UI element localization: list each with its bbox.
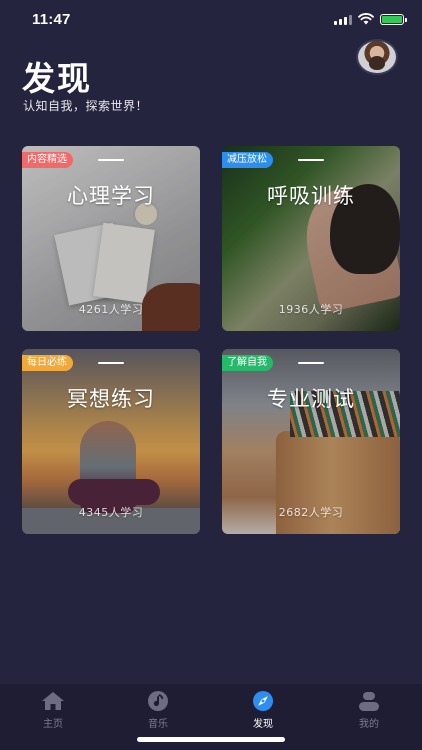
- card-badge: 每日必练: [22, 355, 73, 371]
- card-badge: 了解自我: [222, 355, 273, 371]
- tab-music[interactable]: 音乐: [118, 684, 198, 734]
- card-divider: [298, 159, 324, 161]
- home-indicator[interactable]: [137, 737, 285, 742]
- tab-label: 我的: [359, 719, 379, 730]
- card-breathing-training[interactable]: 减压放松 呼吸训练 1936人学习: [222, 146, 400, 331]
- tab-label: 主页: [43, 719, 63, 730]
- page-title: 发现: [22, 59, 92, 98]
- user-avatar[interactable]: [356, 39, 398, 75]
- signal-icon: [334, 14, 352, 25]
- card-title: 呼吸训练: [267, 184, 355, 208]
- card-divider: [98, 159, 124, 161]
- card-psychology-learning[interactable]: 内容精选 心理学习 4261人学习: [22, 146, 200, 331]
- card-learner-count: 1936人学习: [278, 303, 344, 316]
- tab-discover[interactable]: 发现: [223, 684, 303, 734]
- status-icons: [334, 13, 407, 25]
- card-learner-count: 4261人学习: [78, 303, 144, 316]
- profile-icon: [357, 690, 381, 712]
- tab-profile[interactable]: 我的: [329, 684, 409, 734]
- card-learner-count: 2682人学习: [278, 506, 344, 519]
- tab-label: 发现: [253, 719, 273, 730]
- page-subtitle: 认知自我，探索世界！: [23, 99, 149, 113]
- status-bar: 11:47: [0, 0, 422, 40]
- wifi-icon: [358, 13, 374, 25]
- tab-label: 音乐: [148, 719, 168, 730]
- card-badge: 内容精选: [22, 152, 73, 168]
- battery-charging-icon: [380, 13, 407, 25]
- card-divider: [98, 362, 124, 364]
- card-title: 冥想练习: [67, 387, 155, 411]
- home-icon: [41, 690, 65, 712]
- card-title: 专业测试: [267, 387, 355, 411]
- music-icon: [146, 690, 170, 712]
- compass-icon: [251, 690, 275, 712]
- card-divider: [298, 362, 324, 364]
- card-title: 心理学习: [67, 184, 155, 208]
- status-time: 11:47: [32, 11, 71, 28]
- card-professional-test[interactable]: 了解自我 专业测试 2682人学习: [222, 349, 400, 534]
- card-meditation-practice[interactable]: 每日必练 冥想练习 4345人学习: [22, 349, 200, 534]
- card-badge: 减压放松: [222, 152, 273, 168]
- tab-home[interactable]: 主页: [13, 684, 93, 734]
- card-learner-count: 4345人学习: [78, 506, 144, 519]
